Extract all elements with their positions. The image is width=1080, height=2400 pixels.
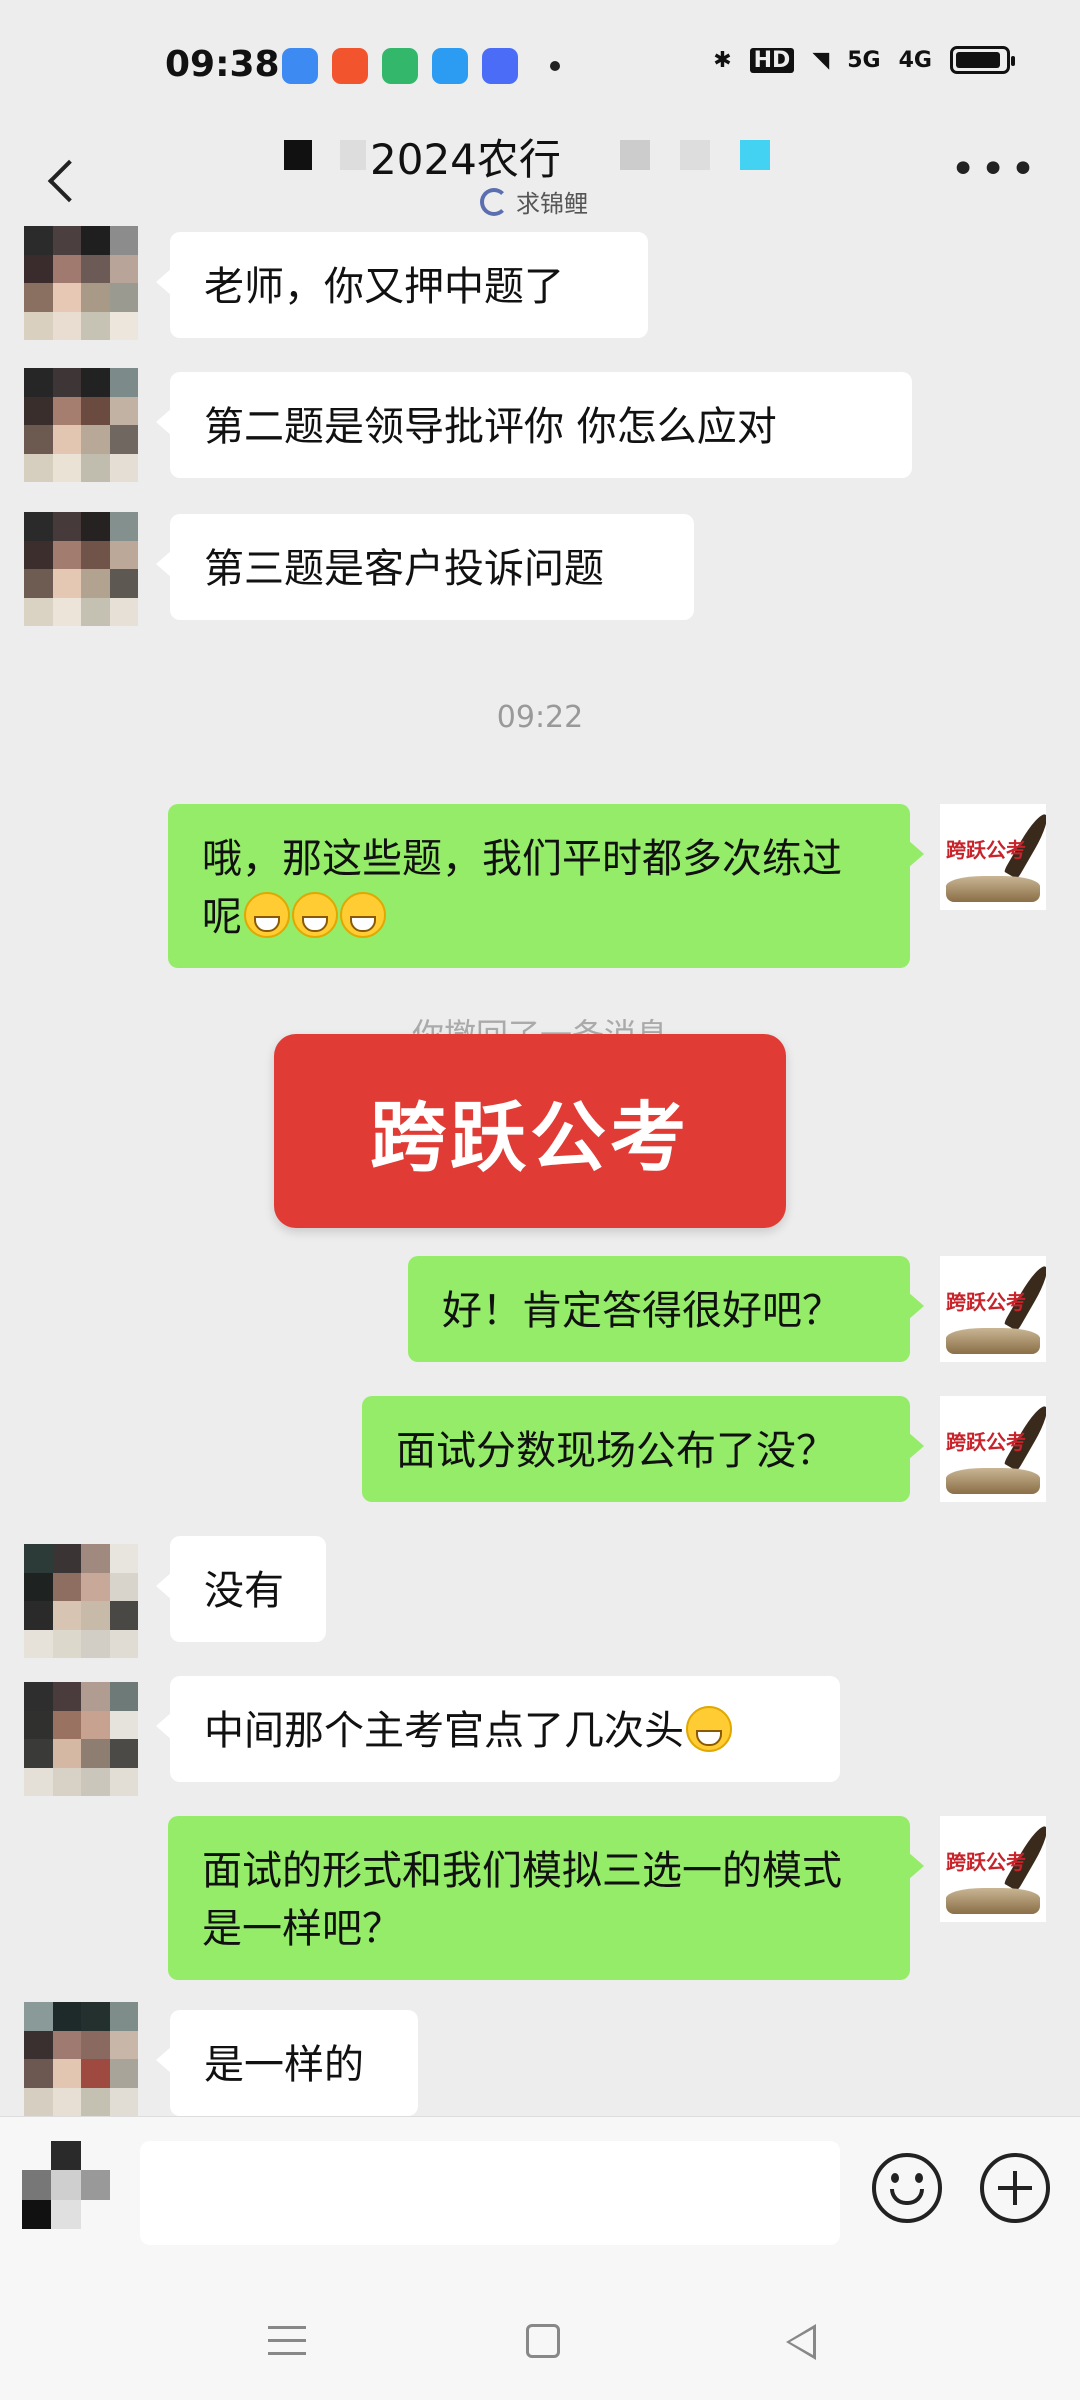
message-text: 中间那个主考官点了几次头 <box>204 1708 684 1754</box>
video-app-icon <box>332 48 368 84</box>
message-bubble[interactable]: 面试的形式和我们模拟三选一的模式是一样吧？ <box>168 1816 924 1980</box>
status-time: 09:38 <box>165 44 280 85</box>
message-bubble[interactable]: 第三题是客户投诉问题 <box>156 514 694 620</box>
redacted-block <box>680 140 710 170</box>
avatar-brand-text: 跨跃公考 <box>946 1430 1026 1454</box>
redacted-block <box>284 140 312 170</box>
home-icon[interactable] <box>526 2324 560 2358</box>
contact-avatar[interactable] <box>24 1682 138 1796</box>
sticker-image[interactable]: 跨跃公考 <box>274 1034 786 1228</box>
emoji-icon[interactable] <box>872 2153 942 2223</box>
message-input[interactable] <box>140 2141 840 2245</box>
more-notifications-icon <box>550 61 560 71</box>
avatar-brand-text: 跨跃公考 <box>946 1850 1026 1874</box>
input-bar <box>0 2116 1080 2281</box>
contact-avatar[interactable] <box>24 226 138 340</box>
notification-icons <box>282 48 560 84</box>
message-bubble[interactable]: 中间那个主考官点了几次头 <box>156 1676 840 1782</box>
grinning-face-emoji-icon <box>686 1706 732 1752</box>
contact-avatar[interactable] <box>24 2002 138 2116</box>
chat-header: 2024农行 求锦鲤 ••• <box>0 130 1080 236</box>
chat-subtitle-text: 求锦鲤 <box>516 190 588 218</box>
system-icons: ✱ HD ◥ 5G 4G <box>713 46 1015 74</box>
office-app-icon <box>482 48 518 84</box>
voice-mode-avatar[interactable] <box>22 2141 110 2229</box>
grinning-face-emoji-icon <box>244 892 290 938</box>
message-bubble[interactable]: 是一样的 <box>156 2010 418 2116</box>
my-avatar[interactable]: 跨跃公考 <box>940 1816 1046 1922</box>
my-avatar[interactable]: 跨跃公考 <box>940 1256 1046 1362</box>
redacted-block <box>340 140 366 170</box>
contact-avatar[interactable] <box>24 368 138 482</box>
redacted-block <box>620 140 650 170</box>
more-options-button[interactable]: ••• <box>950 148 1040 192</box>
wifi-icon: ◥ <box>812 47 830 73</box>
nav-back-icon[interactable] <box>786 2324 816 2360</box>
book-icon <box>946 1468 1040 1494</box>
back-button[interactable] <box>38 148 98 208</box>
avatar-brand-text: 跨跃公考 <box>946 838 1026 862</box>
redacted-block <box>740 140 770 170</box>
menu-icon[interactable] <box>268 2326 306 2356</box>
app-notification-icon <box>282 48 318 84</box>
browser-app-icon <box>432 48 468 84</box>
grinning-face-emoji-icon <box>292 892 338 938</box>
my-avatar[interactable]: 跨跃公考 <box>940 804 1046 910</box>
grinning-face-emoji-icon <box>340 892 386 938</box>
avatar-brand-text: 跨跃公考 <box>946 1290 1026 1314</box>
sticker-text: 跨跃公考 <box>370 1093 690 1182</box>
message-bubble[interactable]: 面试分数现场公布了没？ <box>362 1396 924 1502</box>
media-app-icon <box>382 48 418 84</box>
contact-avatar[interactable] <box>24 1544 138 1658</box>
loading-icon <box>480 187 508 216</box>
message-bubble[interactable]: 好！肯定答得很好吧？ <box>408 1256 924 1362</box>
message-bubble[interactable]: 没有 <box>156 1536 326 1642</box>
plus-icon[interactable] <box>980 2153 1050 2223</box>
chat-subtitle: 求锦鲤 <box>480 184 588 219</box>
message-timestamp: 09:22 <box>496 700 584 735</box>
chat-title: 2024农行 <box>370 135 561 184</box>
hd-icon: HD <box>749 47 795 73</box>
message-bubble[interactable]: 哦，那这些题，我们平时都多次练过呢 <box>168 804 924 968</box>
status-bar: 09:38 ✱ HD ◥ 5G 4G <box>0 0 1080 130</box>
book-icon <box>946 1888 1040 1914</box>
my-avatar[interactable]: 跨跃公考 <box>940 1396 1046 1502</box>
book-icon <box>946 1328 1040 1354</box>
book-icon <box>946 876 1040 902</box>
signal-4g-icon: 4G <box>898 47 932 73</box>
chat-title-area[interactable]: 2024农行 求锦鲤 <box>280 130 780 236</box>
battery-icon <box>950 46 1015 74</box>
bluetooth-icon: ✱ <box>713 47 732 73</box>
message-bubble[interactable]: 第二题是领导批评你 你怎么应对 <box>156 372 912 478</box>
contact-avatar[interactable] <box>24 512 138 626</box>
system-nav-bar <box>0 2280 1080 2400</box>
signal-5g-icon: 5G <box>847 47 881 73</box>
message-bubble[interactable]: 老师，你又押中题了 <box>156 232 648 338</box>
